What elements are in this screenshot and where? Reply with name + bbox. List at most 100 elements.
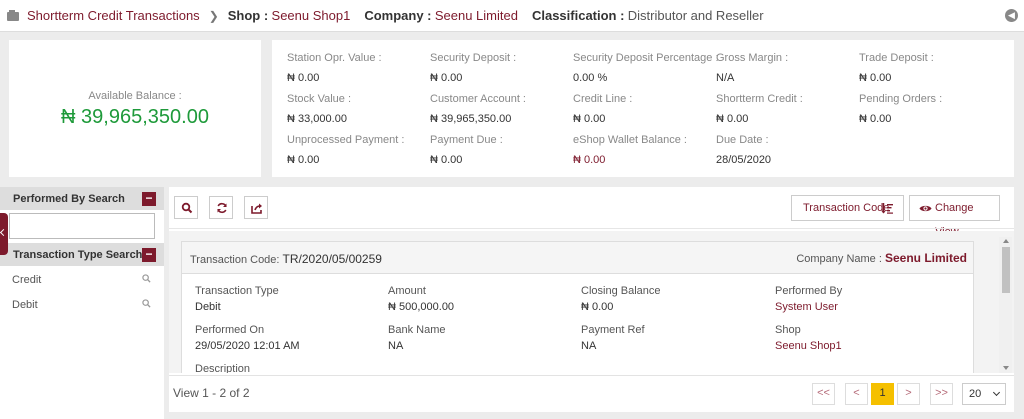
toolbar-divider (169, 228, 1014, 229)
stat-label: Security Deposit : (430, 52, 517, 64)
search-icon[interactable] (142, 299, 151, 308)
stat-customer-account: Customer Account : ₦ 39,965,350.00 (430, 93, 573, 125)
company-name-label: Company Name : (796, 253, 882, 265)
stat-value: ₦ 0.00 (573, 154, 606, 166)
collapse-minus-icon[interactable]: − (142, 192, 156, 206)
change-view-button[interactable]: Change View (909, 195, 1000, 238)
available-balance-label: Available Balance : (88, 90, 182, 102)
transaction-code-sort-label: Transaction Code (803, 202, 890, 214)
stat-value: ₦ 0.00 (859, 72, 892, 84)
last-page-button[interactable]: >> (930, 383, 953, 405)
sort-descending-icon (881, 203, 893, 214)
company-label: Company : (364, 8, 432, 23)
performed-by-search-header[interactable]: Performed By Search − (0, 187, 164, 210)
transaction-code-sort-button[interactable]: Transaction Code (791, 195, 904, 221)
stat-label: Pending Orders : (859, 93, 943, 105)
stat-value: 0.00 % (573, 72, 608, 84)
performed-by-link[interactable]: System User (775, 301, 955, 313)
stat-station-opr-value: Station Opr. Value : ₦ 0.00 (287, 52, 430, 84)
field-value: NA (388, 340, 404, 352)
field-value: ₦ 500,000.00 (388, 301, 455, 313)
transaction-code-field: Transaction Code: TR/2020/05/00259 (190, 252, 382, 266)
stat-label: Security Deposit Percentage : (573, 52, 719, 64)
first-page-button[interactable]: << (812, 383, 835, 405)
collapse-minus-icon[interactable]: − (142, 248, 156, 262)
performed-by-search-input[interactable] (9, 213, 155, 239)
breadcrumb-root-link[interactable]: Shortterm Credit Transactions (27, 8, 200, 23)
field-transaction-type: Transaction Type Debit (195, 285, 375, 313)
field-label: Description (195, 363, 251, 373)
stat-shortterm-credit: Shortterm Credit : ₦ 0.00 (716, 93, 859, 125)
transaction-code-value: TR/2020/05/00259 (282, 252, 382, 266)
stat-label: Stock Value : (287, 93, 351, 105)
filter-sidebar: Performed By Search − Transaction Type S… (0, 187, 164, 419)
stat-pending-orders: Pending Orders : ₦ 0.00 (859, 93, 1002, 125)
account-stats-card: Station Opr. Value : ₦ 0.00 Security Dep… (272, 40, 1014, 177)
briefcase-icon (7, 10, 19, 21)
classification-label: Classification : (531, 8, 625, 23)
field-value: Debit (195, 301, 221, 313)
field-label: Payment Ref (581, 324, 645, 336)
back-arrow-icon[interactable]: ◀ (1005, 9, 1018, 22)
sidebar-collapse-tab[interactable] (0, 213, 8, 255)
field-shop: Shop Seenu Shop1 (775, 324, 955, 352)
stat-value: ₦ 0.00 (430, 72, 463, 84)
stat-label: Credit Line : (573, 93, 633, 105)
stat-label: Due Date : (716, 134, 769, 146)
shop-label: Shop : (227, 8, 269, 23)
stat-label: Gross Margin : (716, 52, 789, 64)
stat-trade-deposit: Trade Deposit : ₦ 0.00 (859, 52, 1002, 84)
refresh-button[interactable] (209, 196, 233, 219)
search-button[interactable] (174, 196, 198, 219)
field-value: ₦ 0.00 (581, 301, 614, 313)
next-page-button[interactable]: > (897, 383, 920, 405)
field-label: Transaction Type (195, 285, 279, 297)
stat-label: Unprocessed Payment : (287, 134, 405, 146)
transaction-type-search-title: Transaction Type Search (13, 248, 143, 261)
available-balance-value: ₦ 39,965,350.00 (61, 106, 209, 128)
stat-label: Station Opr. Value : (287, 52, 382, 64)
transaction-type-search-header[interactable]: Transaction Type Search − (0, 243, 164, 266)
export-icon (251, 203, 262, 214)
stat-value: ₦ 0.00 (859, 113, 892, 125)
field-amount: Amount ₦ 500,000.00 (388, 285, 568, 313)
company-name-value: Seenu Limited (884, 251, 967, 265)
transaction-type-credit[interactable]: Credit (0, 267, 164, 292)
transaction-type-debit[interactable]: Debit (0, 292, 164, 317)
field-label: Shop (775, 324, 801, 336)
page-1-button[interactable]: 1 (871, 383, 894, 405)
refresh-icon (217, 202, 227, 214)
stat-label: Shortterm Credit : (716, 93, 803, 105)
search-icon (181, 202, 193, 214)
stat-value: ₦ 39,965,350.00 (430, 113, 512, 125)
transaction-card: Transaction Code: TR/2020/05/00259 Compa… (181, 241, 974, 373)
stat-value: ₦ 33,000.00 (287, 113, 347, 125)
stat-value: 28/05/2020 (716, 154, 772, 166)
transaction-type-label: Credit (12, 273, 42, 286)
transaction-code-label: Transaction Code: (190, 254, 280, 266)
stat-label: Customer Account : (430, 93, 526, 105)
stat-label: Trade Deposit : (859, 52, 934, 64)
stat-value: ₦ 0.00 (716, 113, 749, 125)
scroll-down-icon[interactable] (1003, 366, 1009, 370)
vertical-scrollbar[interactable] (999, 237, 1012, 373)
page-size-value: 20 (969, 388, 982, 400)
field-closing-balance: Closing Balance ₦ 0.00 (581, 285, 761, 313)
field-performed-by: Performed By System User (775, 285, 955, 313)
stat-due-date: Due Date : 28/05/2020 (716, 134, 859, 166)
field-label: Bank Name (388, 324, 446, 336)
field-performed-on: Performed On 29/05/2020 12:01 AM (195, 324, 375, 352)
prev-page-button[interactable]: < (845, 383, 868, 405)
search-icon[interactable] (142, 274, 151, 283)
transactions-panel: Transaction Code Change View Transaction… (169, 187, 1014, 412)
shop-link[interactable]: Seenu Shop1 (775, 340, 955, 352)
scroll-up-icon[interactable] (1003, 239, 1009, 243)
field-label: Closing Balance (581, 285, 661, 297)
field-label: Performed By (775, 285, 843, 297)
stat-value: ₦ 0.00 (287, 72, 320, 84)
scrollbar-thumb[interactable] (1002, 247, 1010, 293)
stat-payment-due: Payment Due : ₦ 0.00 (430, 134, 573, 166)
page-size-select[interactable]: 20 (962, 383, 1006, 405)
breadcrumb-bar: Shortterm Credit Transactions ❯ Shop : S… (0, 0, 1024, 32)
export-button[interactable] (244, 196, 268, 219)
